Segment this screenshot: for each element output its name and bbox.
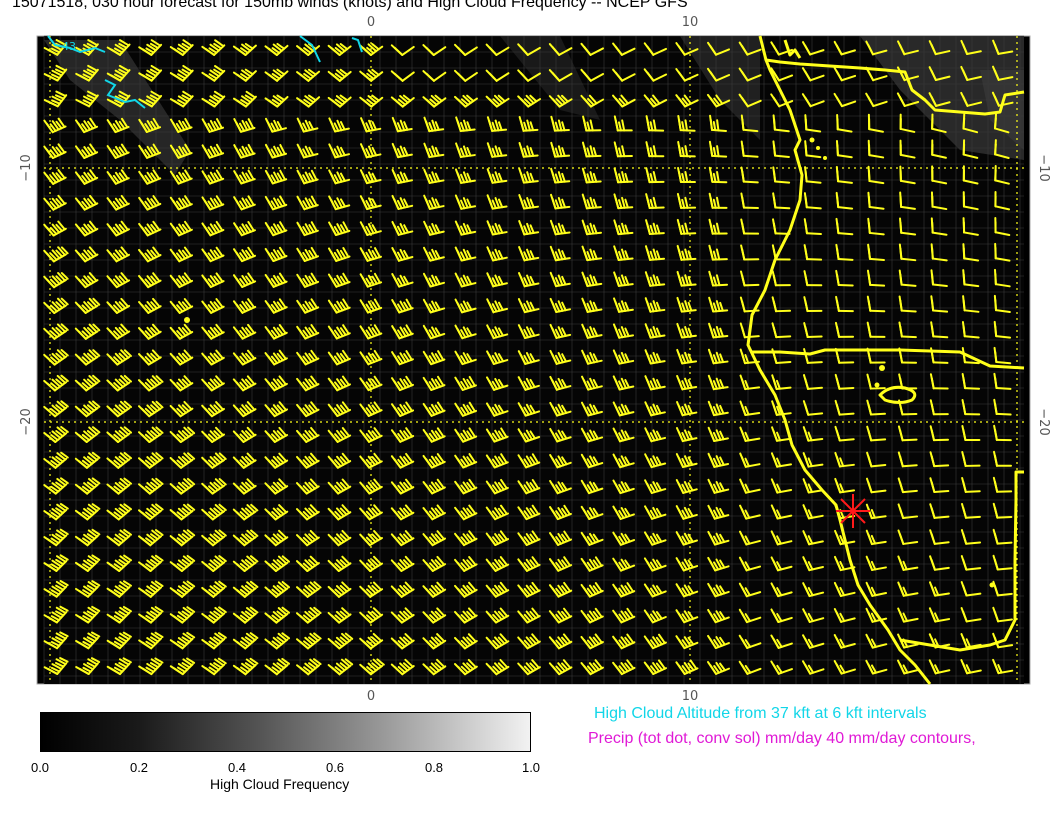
precip-legend: Precip (tot dot, conv sol) mm/day 40 mm/… — [588, 730, 976, 747]
lat-tick-right-10: −10 — [1036, 154, 1051, 181]
wind-map: 43 0 10 0 10 −10 −20 −10 −20 — [19, 15, 1051, 704]
cloud-altitude-legend: High Cloud Altitude from 37 kft at 6 kft… — [594, 705, 927, 722]
lon-tick-top-10: 10 — [682, 15, 699, 30]
lat-tick-right-20: −20 — [1036, 408, 1051, 435]
lat-tick-left-10: −10 — [19, 154, 34, 181]
colorbar-label: High Cloud Frequency — [210, 776, 350, 792]
colorbar — [40, 712, 531, 752]
station-star-icon — [836, 494, 870, 528]
lat-tick-left-20: −20 — [19, 408, 34, 435]
colorbar-tick: 0.8 — [424, 760, 444, 775]
colorbar-tick: 1.0 — [521, 760, 541, 775]
lon-tick-bottom-10: 10 — [682, 689, 699, 704]
colorbar-tick: 0.0 — [30, 760, 50, 775]
lon-tick-bottom-0: 0 — [367, 689, 375, 704]
lon-tick-top-0: 0 — [367, 15, 375, 30]
colorbar-tick: 0.2 — [129, 760, 149, 775]
colorbar-tick: 0.6 — [325, 760, 345, 775]
colorbar-tick: 0.4 — [227, 760, 247, 775]
contour-label: 43 — [62, 40, 76, 53]
